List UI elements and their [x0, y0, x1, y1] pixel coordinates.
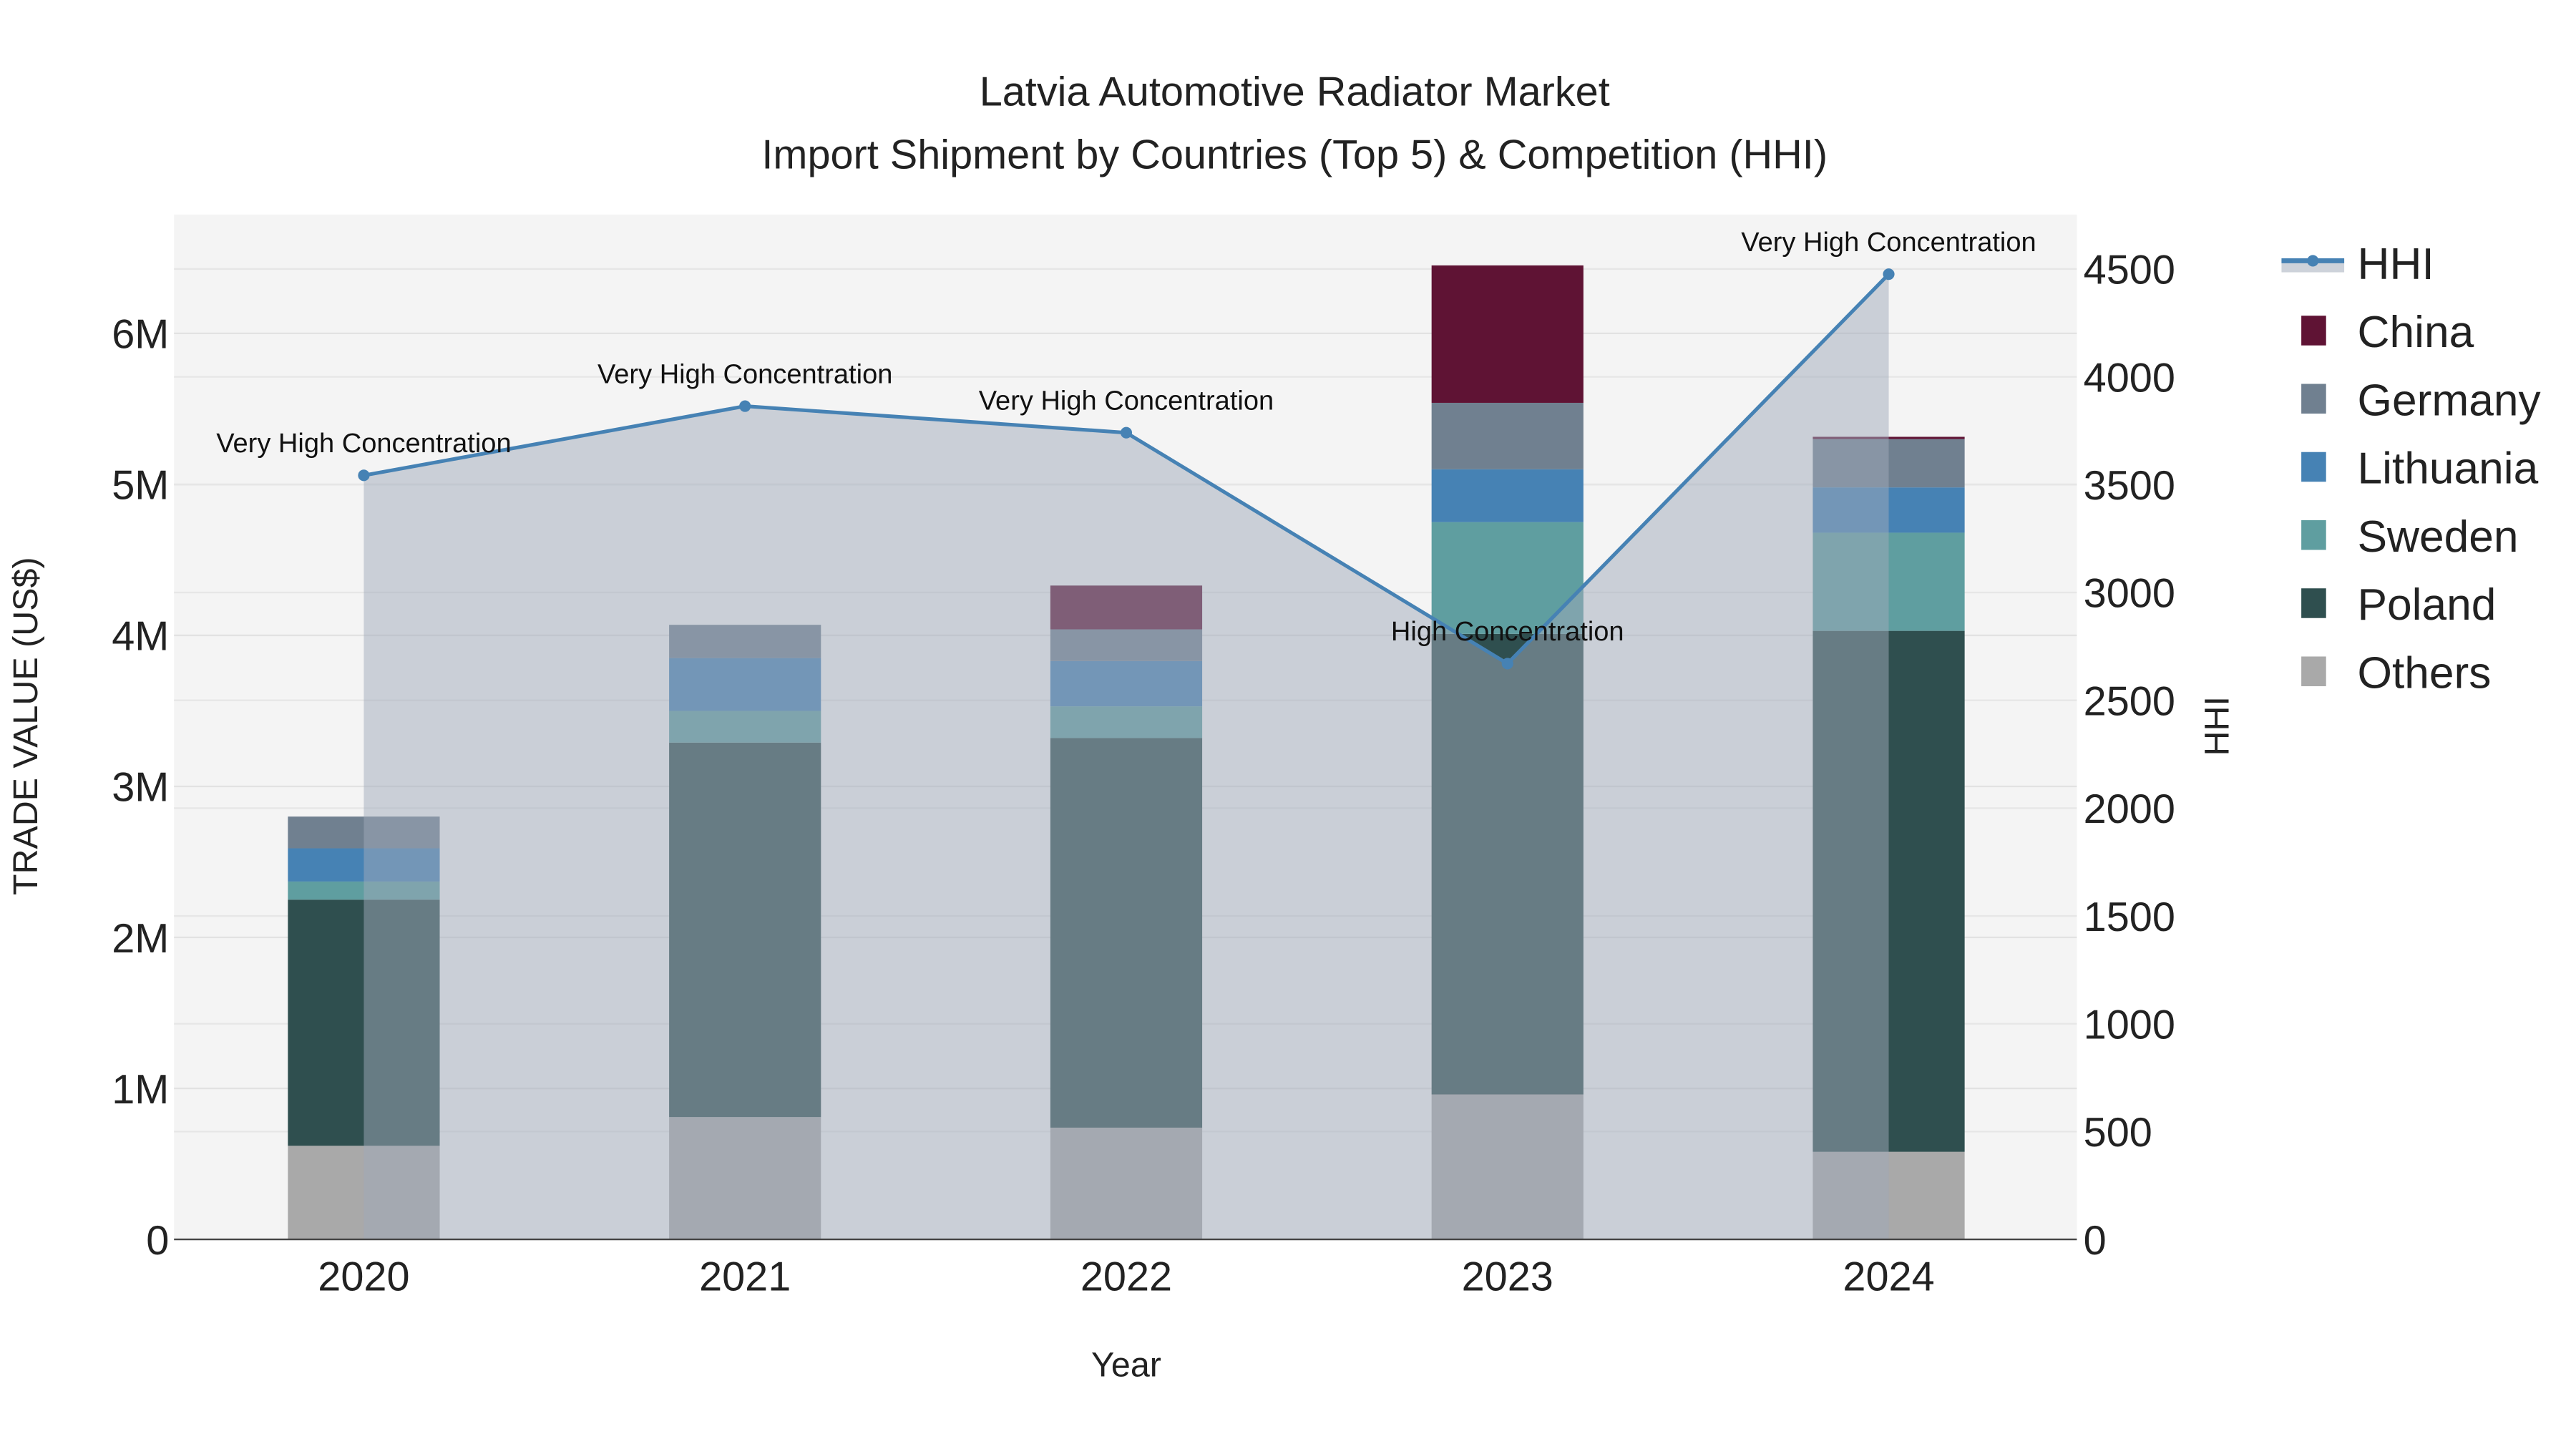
- y-tick-label: 4M: [112, 614, 169, 660]
- x-tick-label: 2022: [1080, 1254, 1172, 1300]
- chart-subtitle: Import Shipment by Countries (Top 5) & C…: [761, 132, 1828, 177]
- y-tick-label: 1M: [112, 1067, 169, 1113]
- y-tick-label: 0: [146, 1218, 169, 1264]
- legend-swatch-sweden: [2301, 519, 2326, 550]
- x-axis-title: Year: [1091, 1346, 1161, 1385]
- legend-swatch-hhi-marker: [2307, 255, 2319, 267]
- legend-label-poland: Poland: [2358, 580, 2497, 630]
- hhi-annotation: Very High Concentration: [216, 429, 511, 459]
- hhi-annotation: Very High Concentration: [597, 359, 892, 389]
- legend-label-others: Others: [2358, 648, 2492, 698]
- legend-label-lithuania: Lithuania: [2358, 444, 2539, 494]
- y2-tick-label: 2500: [2084, 678, 2175, 724]
- y2-axis-title: HHI: [2198, 696, 2237, 756]
- legend-swatch-china: [2301, 316, 2326, 346]
- chart-title: Latvia Automotive Radiator Market: [980, 69, 1610, 115]
- x-tick-label: 2023: [1462, 1254, 1553, 1300]
- y2-tick-label: 2000: [2084, 786, 2175, 832]
- y-tick-label: 2M: [112, 916, 169, 962]
- legend-swatch-germany: [2301, 384, 2326, 414]
- y2-tick-label: 1500: [2084, 894, 2175, 940]
- legend-swatch-lithuania: [2301, 452, 2326, 482]
- legend-label-hhi: HHI: [2358, 240, 2434, 289]
- y-tick-label: 5M: [112, 463, 169, 509]
- bar-lithuania-2023: [1431, 469, 1584, 522]
- legend-label-germany: Germany: [2358, 376, 2542, 425]
- hhi-point-2022: [1120, 426, 1133, 439]
- y2-tick-label: 3500: [2084, 463, 2175, 509]
- x-tick-label: 2024: [1843, 1254, 1934, 1300]
- hhi-annotation: High Concentration: [1391, 617, 1624, 647]
- y-axis-title: TRADE VALUE (US$): [6, 557, 45, 895]
- bar-china-2023: [1431, 265, 1584, 403]
- y2-tick-label: 4000: [2084, 355, 2175, 401]
- y2-tick-label: 3000: [2084, 571, 2175, 617]
- x-tick-label: 2020: [318, 1254, 409, 1300]
- y-tick-label: 6M: [112, 312, 169, 358]
- y2-tick-label: 500: [2084, 1110, 2152, 1156]
- hhi-point-2023: [1501, 658, 1513, 670]
- hhi-annotation: Very High Concentration: [1741, 228, 2036, 258]
- chart: Very High Concentration Very High Concent…: [1, 0, 2575, 1449]
- legend-swatch-poland: [2301, 588, 2326, 618]
- y2-tick-label: 0: [2084, 1218, 2107, 1264]
- legend-label-china: China: [2358, 308, 2474, 357]
- bar-germany-2023: [1431, 402, 1584, 469]
- y2-tick-label: 4500: [2084, 248, 2175, 293]
- hhi-point-2021: [739, 400, 751, 412]
- y-tick-label: 3M: [112, 765, 169, 811]
- hhi-annotation: Very High Concentration: [979, 386, 1274, 416]
- legend-swatch-others: [2301, 656, 2326, 686]
- hhi-point-2020: [358, 469, 370, 482]
- legend-label-sweden: Sweden: [2358, 512, 2519, 562]
- y2-tick-label: 1000: [2084, 1002, 2175, 1048]
- hhi-point-2024: [1883, 268, 1895, 280]
- x-tick-label: 2021: [699, 1254, 791, 1300]
